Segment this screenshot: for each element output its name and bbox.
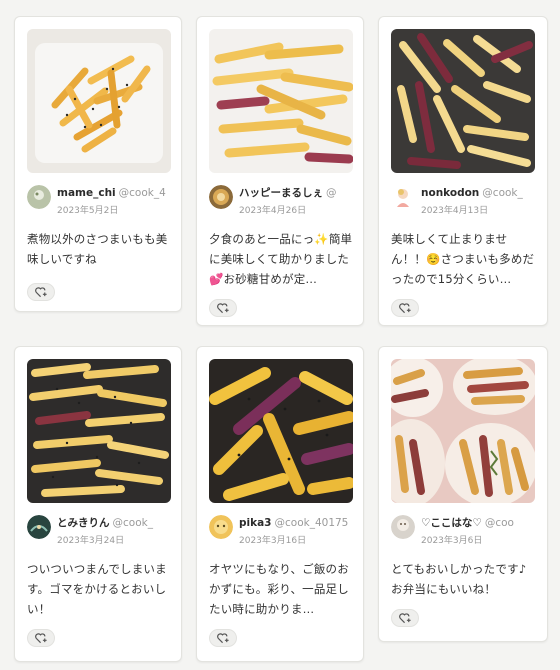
post-date: 2023年3月6日 [421, 536, 483, 546]
user-avatar-icon [27, 515, 51, 539]
user-handle: @ [326, 187, 337, 199]
like-button[interactable] [391, 609, 419, 627]
user-avatar[interactable] [391, 515, 415, 539]
user-line[interactable]: nonkodon @cook_ [421, 187, 541, 200]
like-button[interactable] [27, 629, 55, 647]
sweet-potato-bento-cups-photo[interactable] [391, 359, 535, 503]
card-author: ♡ここはな♡ @coo 2023年3月6日 [391, 515, 541, 547]
comment-text: とてもおいしかったです♪お弁当にもいいね！ [391, 562, 527, 596]
tsukurepo-card[interactable]: pika3 @cook_40175 2023年3月16日 オヤツにもなり、ご飯のお… [196, 346, 364, 662]
user-handle: @cook_ [112, 517, 153, 529]
tsukurepo-card[interactable]: ハッピーまるしぇ @ 2023年4月26日 夕食のあと一品にっ✨簡単に美味しくて助… [196, 16, 364, 326]
post-date: 2023年3月24日 [57, 536, 125, 546]
username[interactable]: pika3 [239, 517, 272, 529]
heart-plus-icon [35, 633, 47, 644]
tsukurepo-card[interactable]: nonkodon @cook_ 2023年4月13日 美味しくて止まりません！！☺… [378, 16, 548, 326]
user-handle: @cook_4 [118, 187, 166, 199]
tsukurepo-card[interactable]: ♡ここはな♡ @coo 2023年3月6日 とてもおいしかったです♪お弁当にもいい… [378, 346, 548, 642]
photo-illustration [209, 359, 353, 503]
like-button[interactable] [209, 299, 237, 317]
sweet-potato-sticks-closeup-photo[interactable] [209, 359, 353, 503]
user-line[interactable]: ハッピーまるしぇ @ [239, 187, 359, 200]
tsukurepo-grid: mame_chi @cook_4 2023年5月2日 煮物以外のさつまいもも美味し… [0, 0, 560, 670]
username[interactable]: ♡ここはな♡ [421, 517, 482, 529]
user-handle: @cook_ [482, 187, 523, 199]
photo-illustration [27, 29, 171, 173]
sweet-potato-sticks-sesame-photo[interactable] [27, 359, 171, 503]
photo-illustration [391, 29, 535, 173]
user-avatar[interactable] [27, 515, 51, 539]
user-line[interactable]: mame_chi @cook_4 [57, 187, 177, 200]
post-date: 2023年5月2日 [57, 206, 119, 216]
user-avatar-icon [27, 185, 51, 209]
comment-text: 煮物以外のさつまいもも美味しいですね [27, 232, 168, 266]
like-button[interactable] [209, 629, 237, 647]
sweet-potato-fries-plate-photo[interactable] [27, 29, 171, 173]
username[interactable]: とみきりん [57, 517, 110, 529]
like-button[interactable] [391, 299, 419, 317]
user-avatar-icon [209, 185, 233, 209]
user-line[interactable]: pika3 @cook_40175 [239, 517, 359, 530]
photo-illustration [391, 359, 535, 503]
post-date: 2023年4月13日 [421, 206, 489, 216]
card-author: pika3 @cook_40175 2023年3月16日 [209, 515, 359, 547]
card-author: ハッピーまるしぇ @ 2023年4月26日 [209, 185, 359, 217]
comment-text: 夕食のあと一品にっ✨簡単に美味しくて助かりました💕お砂糖甘めが定… [209, 232, 353, 286]
like-button[interactable] [27, 283, 55, 301]
user-avatar[interactable] [391, 185, 415, 209]
comment-text: ついついつまんでしまいます。ゴマをかけるとおいしい！ [27, 562, 167, 616]
user-handle: @coo [484, 517, 514, 529]
heart-plus-icon [399, 303, 411, 314]
username[interactable]: mame_chi [57, 187, 116, 199]
photo-illustration [209, 29, 353, 173]
username[interactable]: nonkodon [421, 187, 479, 199]
user-avatar-icon [391, 185, 415, 209]
post-date: 2023年4月26日 [239, 206, 307, 216]
sweet-potato-sticks-tray-photo[interactable] [391, 29, 535, 173]
heart-plus-icon [35, 287, 47, 298]
card-author: とみきりん @cook_ 2023年3月24日 [27, 515, 177, 547]
username[interactable]: ハッピーまるしぇ [239, 187, 323, 199]
user-line[interactable]: ♡ここはな♡ @coo [421, 517, 541, 530]
user-handle: @cook_40175 [274, 517, 349, 529]
tsukurepo-card[interactable]: mame_chi @cook_4 2023年5月2日 煮物以外のさつまいもも美味し… [14, 16, 182, 312]
card-author: mame_chi @cook_4 2023年5月2日 [27, 185, 177, 217]
photo-illustration [27, 359, 171, 503]
comment-text: 美味しくて止まりません！！☺️さつまいも多めだったので15分くらい… [391, 232, 535, 286]
user-avatar-icon [209, 515, 233, 539]
heart-plus-icon [399, 613, 411, 624]
user-avatar[interactable] [209, 185, 233, 209]
sweet-potato-sticks-bowl-photo[interactable] [209, 29, 353, 173]
card-author: nonkodon @cook_ 2023年4月13日 [391, 185, 541, 217]
user-avatar[interactable] [209, 515, 233, 539]
comment-text: オヤツにもなり、ご飯のおかずにも。彩り、一品足したい時に助かりま… [209, 562, 349, 616]
tsukurepo-card[interactable]: とみきりん @cook_ 2023年3月24日 ついついつまんでしまいます。ゴマを… [14, 346, 182, 662]
user-line[interactable]: とみきりん @cook_ [57, 517, 177, 530]
heart-plus-icon [217, 633, 229, 644]
user-avatar[interactable] [27, 185, 51, 209]
user-avatar-icon [391, 515, 415, 539]
heart-plus-icon [217, 303, 229, 314]
post-date: 2023年3月16日 [239, 536, 307, 546]
